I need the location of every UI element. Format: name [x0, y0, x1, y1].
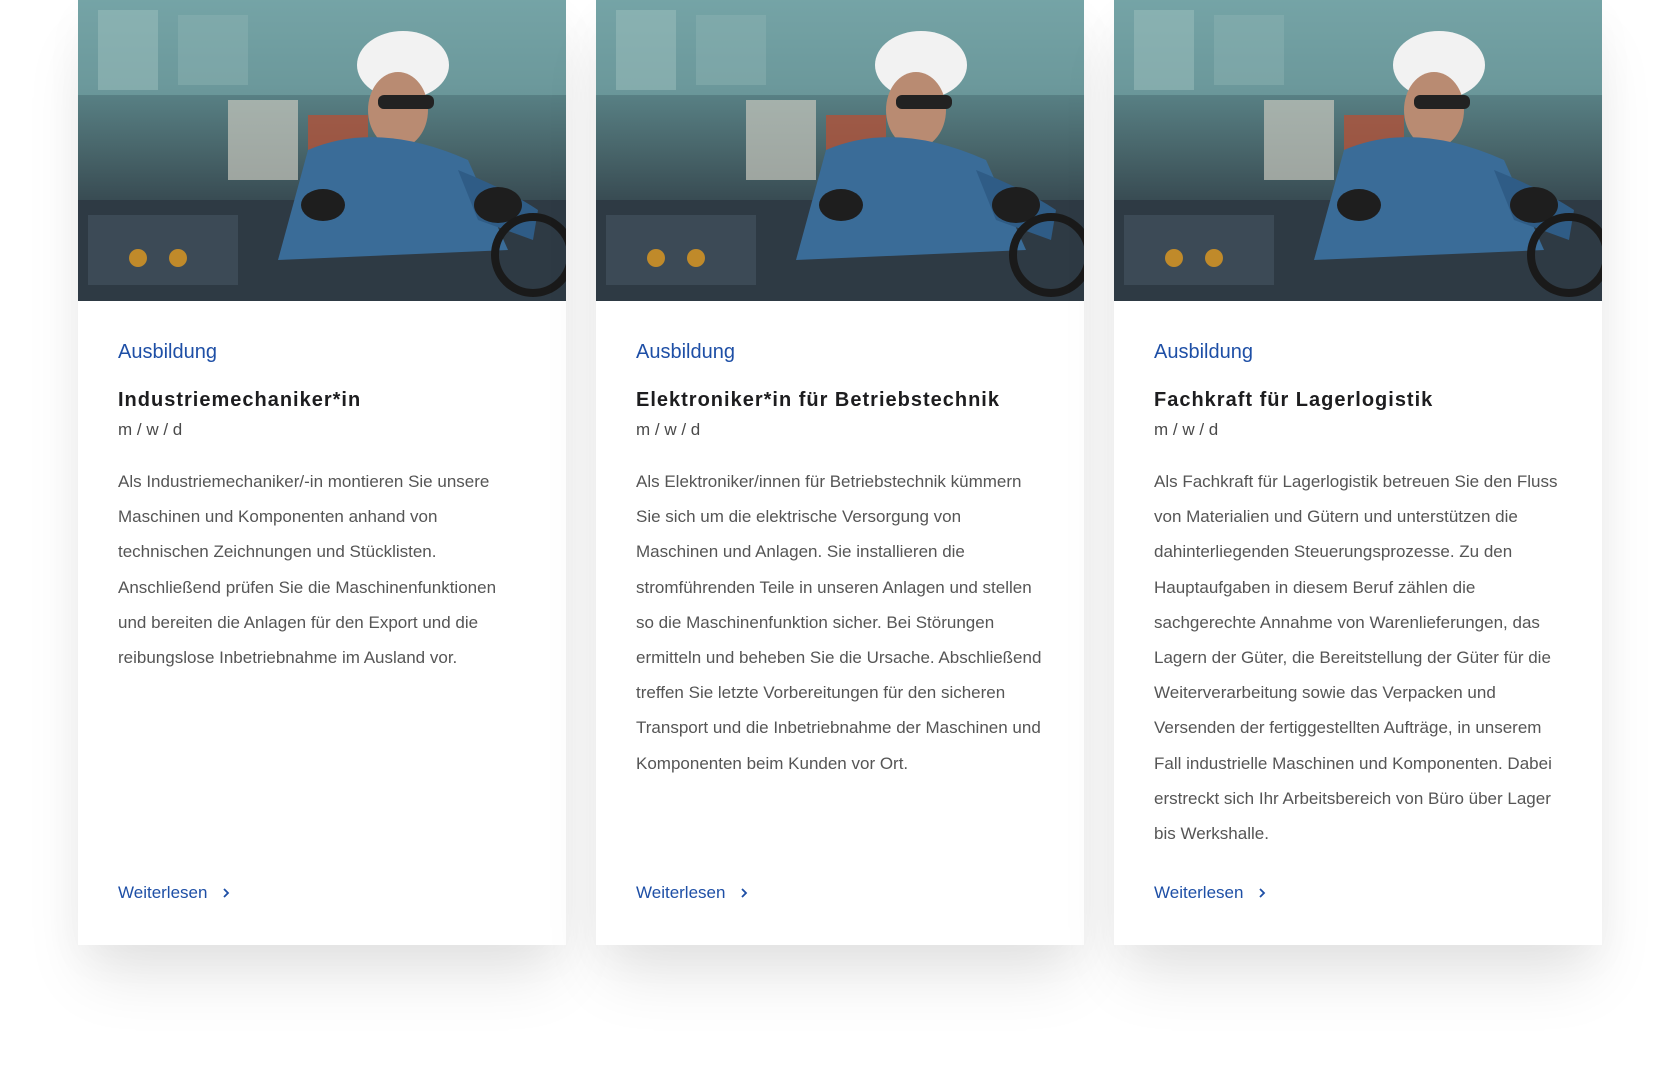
chevron-right-icon	[223, 888, 230, 898]
job-title: Industriemechaniker*in	[118, 389, 362, 411]
chevron-right-icon	[741, 888, 748, 898]
read-more-label: Weiterlesen	[118, 883, 208, 902]
chevron-right-icon	[1259, 888, 1266, 898]
job-description: Als Elektroniker/innen für Betriebstechn…	[636, 472, 1042, 773]
job-category: Ausbildung	[1154, 341, 1253, 363]
read-more-link[interactable]: Weiterlesen	[636, 881, 749, 905]
job-card-body: Ausbildung Fachkraft für Lagerlogistik m…	[1154, 338, 1564, 851]
read-more-label: Weiterlesen	[636, 883, 726, 902]
read-more-label: Weiterlesen	[1154, 883, 1244, 902]
job-cards-grid: Ausbildung Industriemechaniker*in m / w …	[0, 0, 1674, 1091]
job-card: Ausbildung Fachkraft für Lagerlogistik m…	[1114, 0, 1602, 945]
factory-worker-photo	[78, 0, 566, 301]
factory-worker-photo	[596, 0, 1084, 301]
job-card-body: Ausbildung Industriemechaniker*in m / w …	[118, 338, 528, 675]
job-card-body: Ausbildung Elektroniker*in für Betriebst…	[636, 338, 1046, 781]
job-gender-note: m / w / d	[636, 420, 701, 439]
job-title: Elektroniker*in für Betriebstechnik	[636, 389, 1000, 411]
job-gender-note: m / w / d	[1154, 420, 1219, 439]
job-card: Ausbildung Elektroniker*in für Betriebst…	[596, 0, 1084, 945]
read-more-link[interactable]: Weiterlesen	[1154, 881, 1267, 905]
job-gender-note: m / w / d	[118, 420, 183, 439]
job-description: Als Industriemechaniker/-in montieren Si…	[118, 472, 497, 668]
job-category: Ausbildung	[118, 341, 217, 363]
job-description: Als Fachkraft für Lagerlogistik betreuen…	[1154, 472, 1558, 844]
job-card: Ausbildung Industriemechaniker*in m / w …	[78, 0, 566, 945]
job-category: Ausbildung	[636, 341, 735, 363]
factory-worker-photo	[1114, 0, 1602, 301]
read-more-link[interactable]: Weiterlesen	[118, 881, 231, 905]
job-title: Fachkraft für Lagerlogistik	[1154, 389, 1434, 411]
